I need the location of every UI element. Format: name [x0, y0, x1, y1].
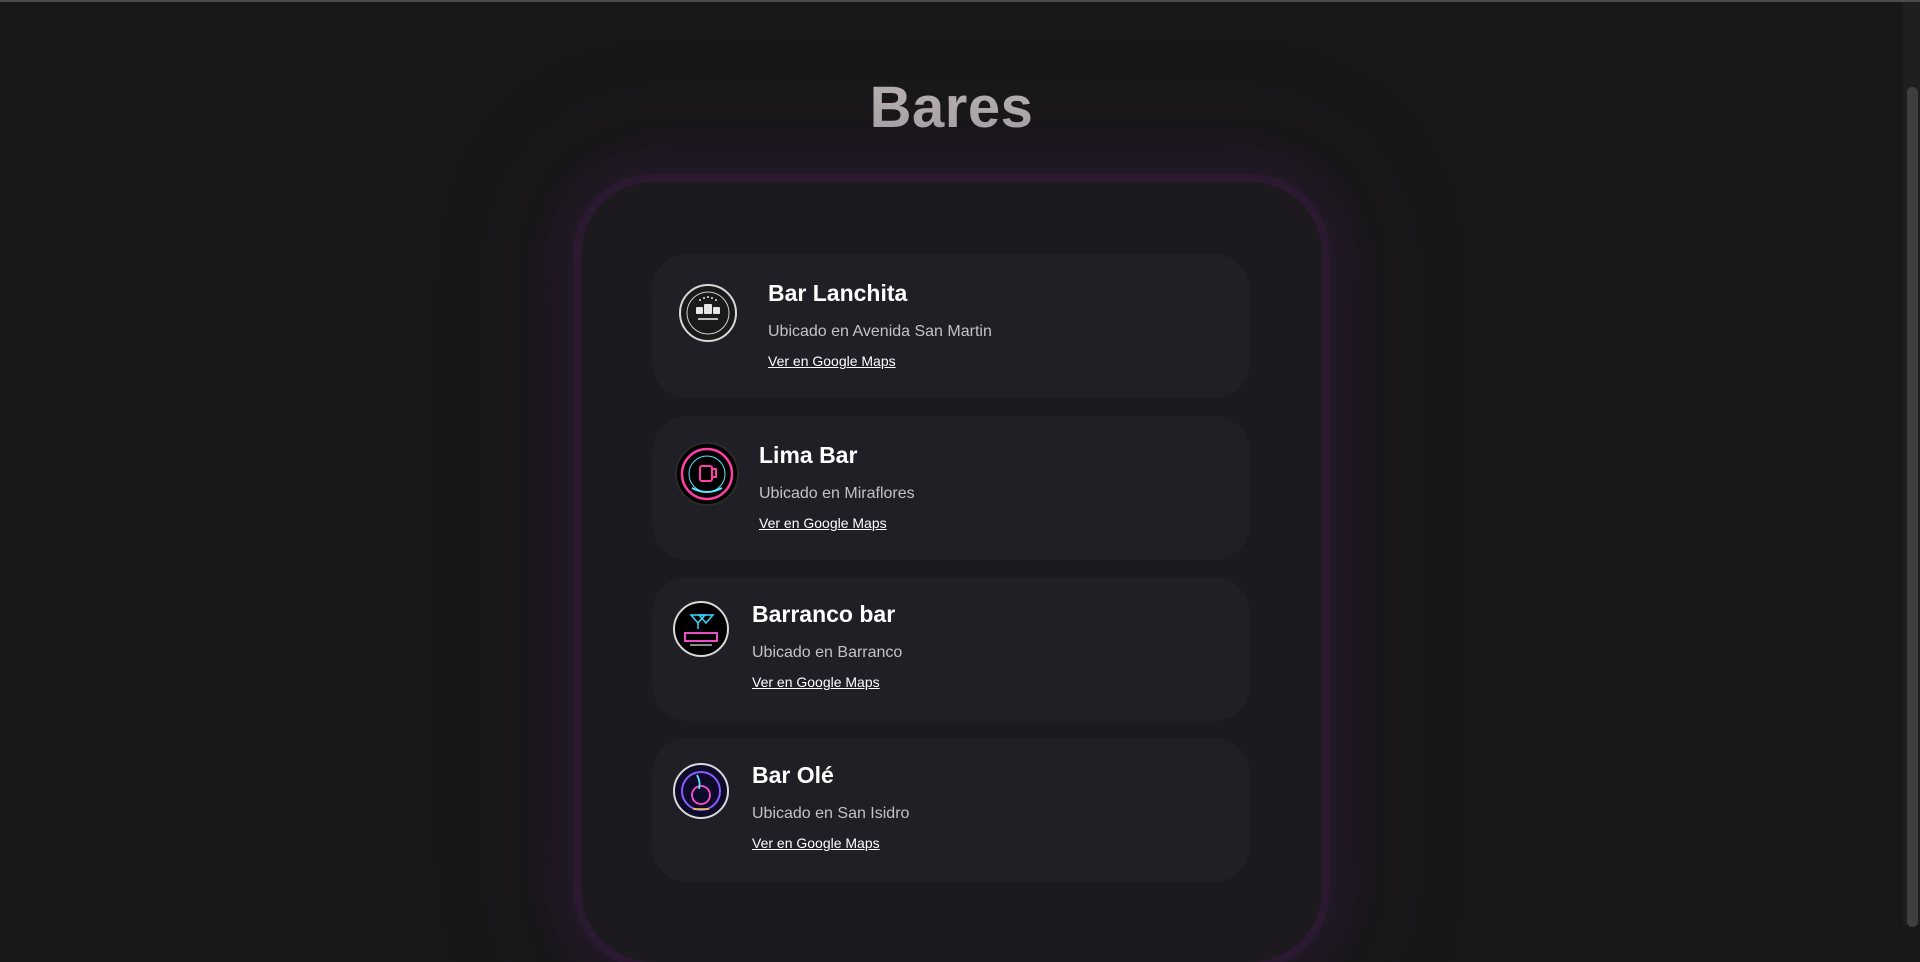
bar-card: Barranco bar Ubicado en Barranco Ver en … — [652, 577, 1250, 721]
bar-info: Barranco bar Ubicado en Barranco Ver en … — [752, 601, 902, 692]
bar-info: Bar Olé Ubicado en San Isidro Ver en Goo… — [752, 762, 909, 853]
page-title: Bares — [869, 75, 1034, 140]
bar-location: Ubicado en Barranco — [752, 644, 903, 661]
google-maps-link[interactable]: Ver en Google Maps — [759, 515, 887, 531]
google-maps-link[interactable]: Ver en Google Maps — [752, 835, 880, 851]
bar-info: Lima Bar Ubicado en Miraflores Ver en Go… — [759, 442, 915, 533]
bar-card: Bar Lanchita Ubicado en Avenida San Mart… — [652, 254, 1250, 398]
bar-name: Bar Olé — [752, 762, 834, 788]
scrollbar-thumb[interactable] — [1907, 87, 1918, 927]
neon-beer-mug-logo — [675, 442, 739, 506]
neon-cocktail-logo — [673, 763, 729, 819]
page: Bares Bar Lanchita Ubicado en Avenida Sa… — [0, 0, 1903, 962]
bar-card: Bar Olé Ubicado en San Isidro Ver en Goo… — [652, 738, 1250, 882]
vertical-scrollbar[interactable] — [1903, 2, 1920, 927]
bar-info: Bar Lanchita Ubicado en Avenida San Mart… — [768, 280, 992, 371]
bar-location: Ubicado en Avenida San Martin — [768, 323, 992, 340]
bar-name: Lima Bar — [759, 442, 858, 468]
bar-location: Ubicado en San Isidro — [752, 805, 910, 822]
bar-name: Barranco bar — [752, 601, 896, 627]
neon-cocktail-glasses-logo — [673, 601, 729, 657]
bar-card: Lima Bar Ubicado en Miraflores Ver en Go… — [652, 416, 1250, 560]
bar-location: Ubicado en Miraflores — [759, 485, 915, 502]
bars-panel: Bar Lanchita Ubicado en Avenida San Mart… — [581, 182, 1322, 962]
google-maps-link[interactable]: Ver en Google Maps — [752, 674, 880, 690]
google-maps-link[interactable]: Ver en Google Maps — [768, 353, 896, 369]
bar-name: Bar Lanchita — [768, 280, 908, 306]
beer-mugs-badge-logo — [679, 284, 737, 342]
